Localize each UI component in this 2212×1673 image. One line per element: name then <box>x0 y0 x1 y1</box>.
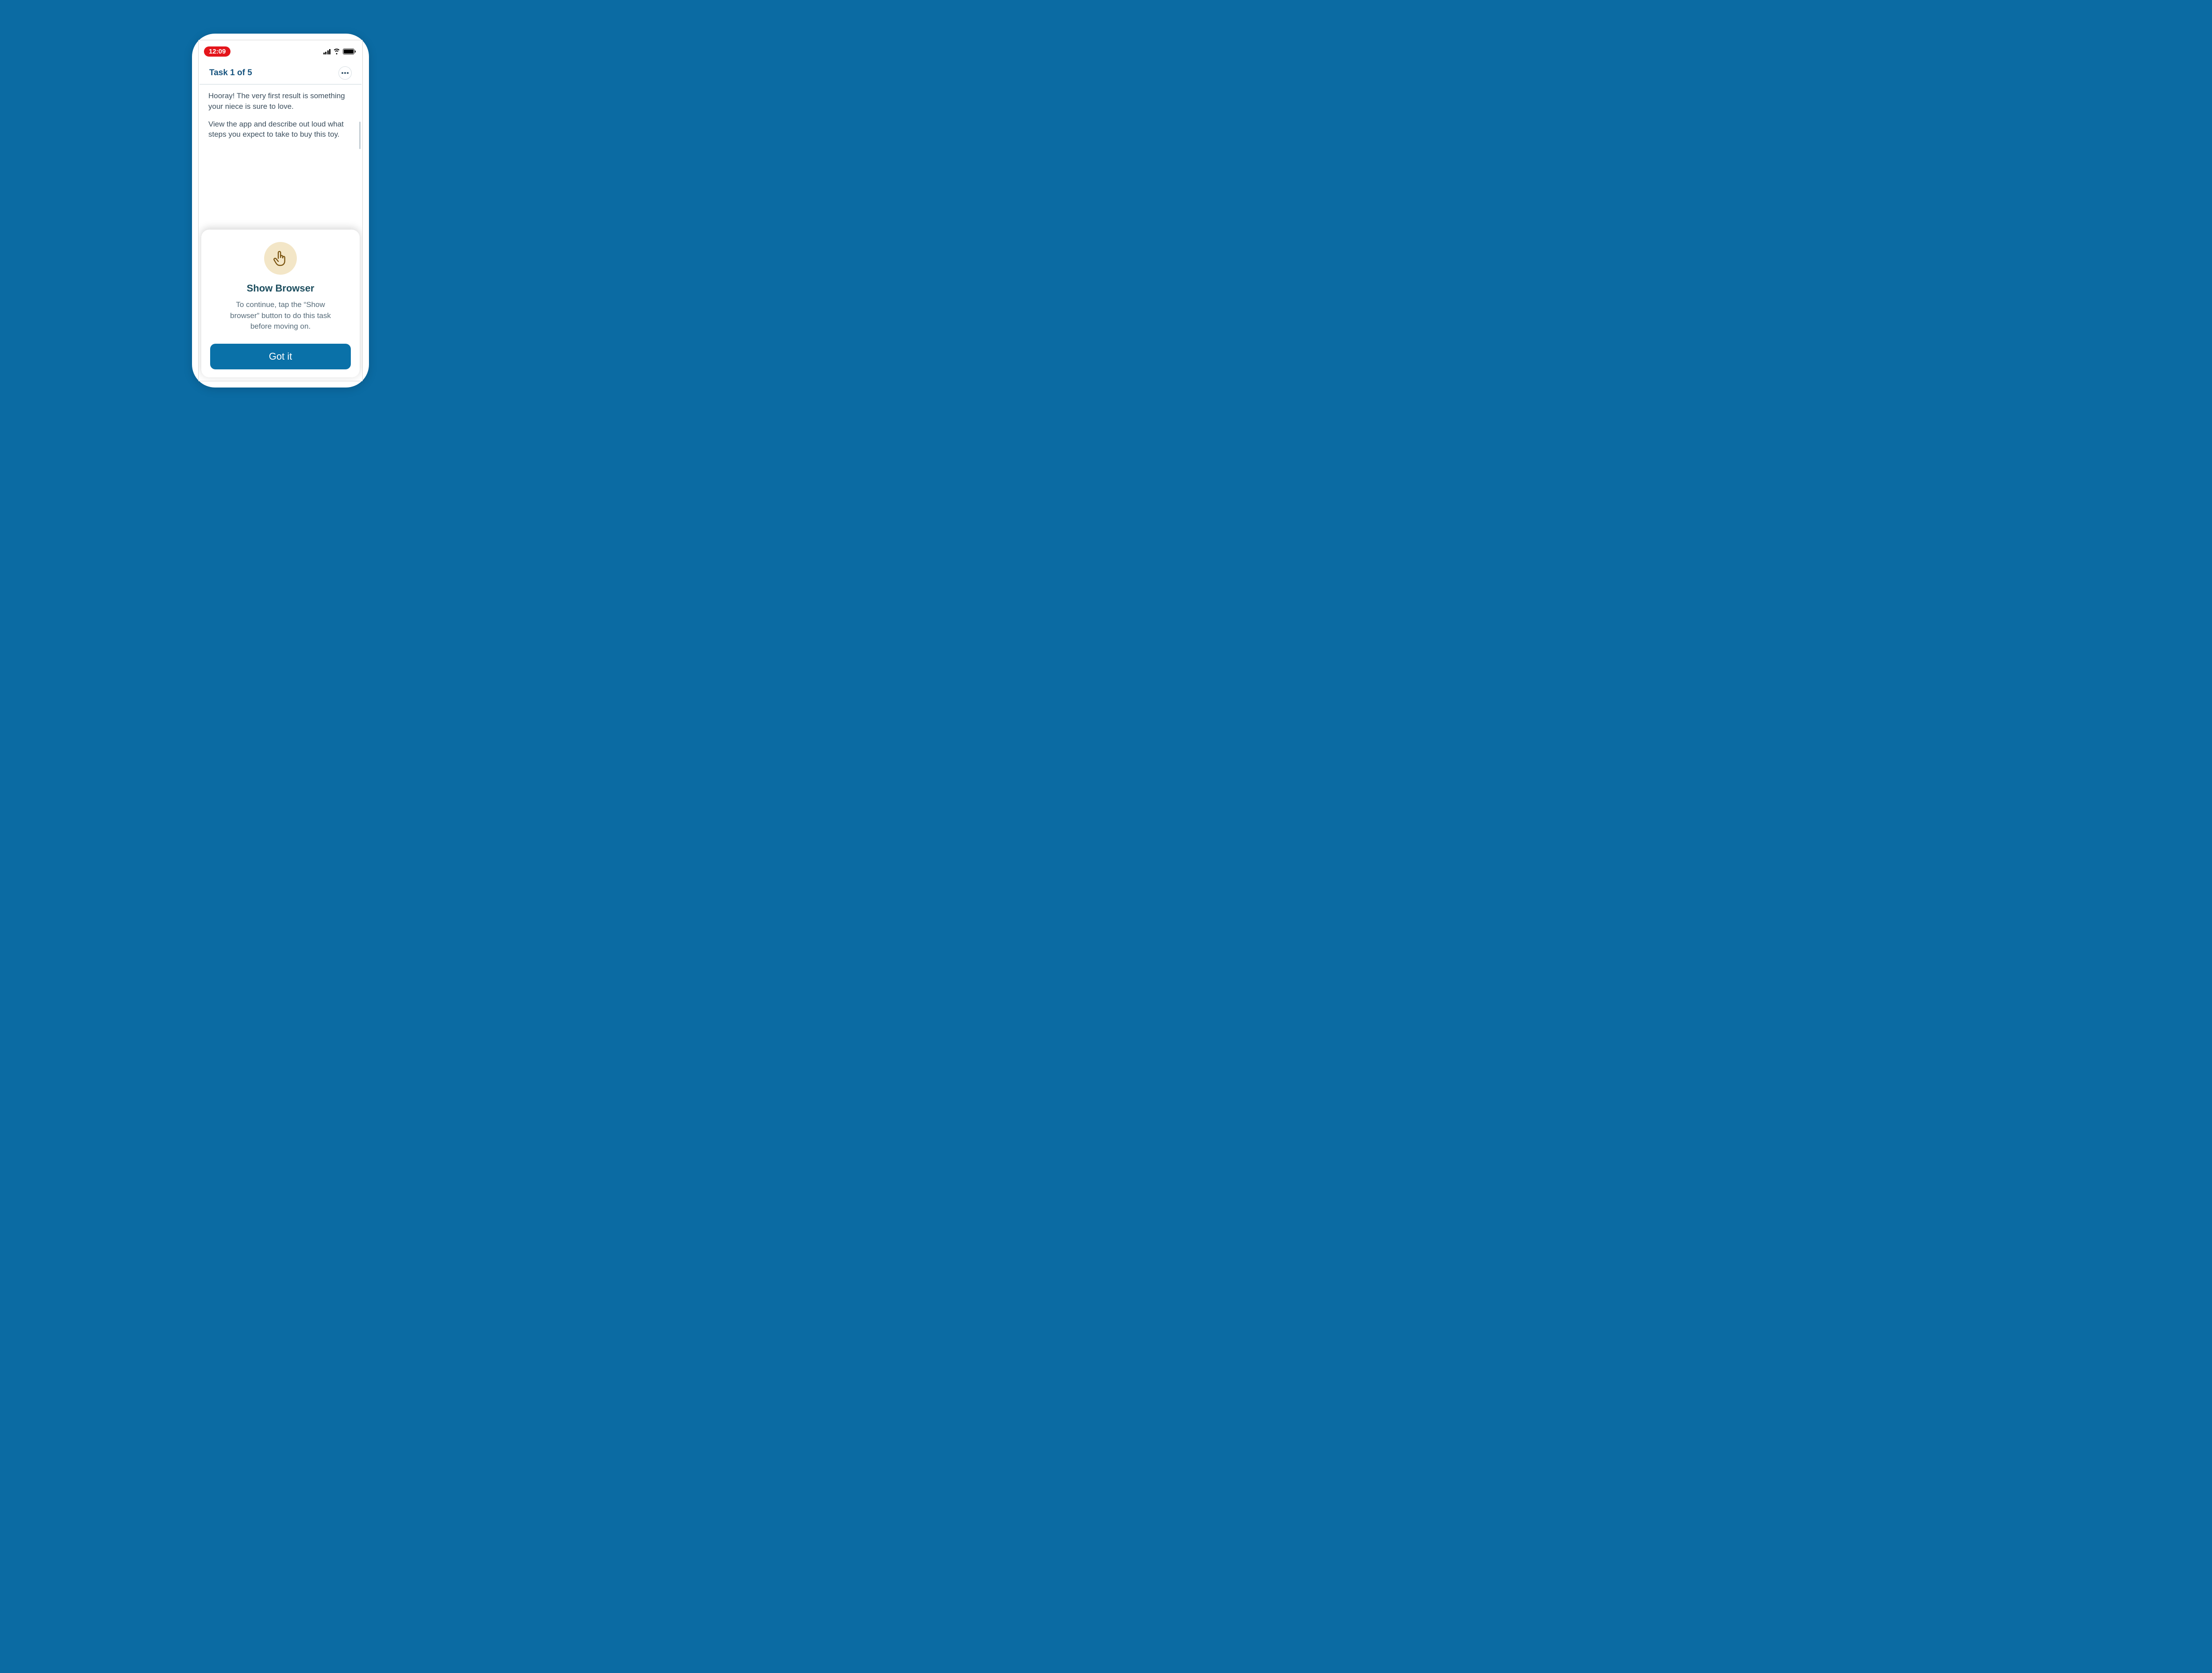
task-instructions-paragraph: View the app and describe out loud what … <box>208 119 353 140</box>
status-time-recording-pill: 12:09 <box>204 46 230 57</box>
show-browser-modal: Show Browser To continue, tap the “Show … <box>201 230 360 377</box>
scroll-indicator[interactable] <box>359 122 361 149</box>
wifi-icon <box>333 49 341 54</box>
cellular-signal-icon <box>323 49 331 54</box>
phone-screen: 12:09 Task 1 of 5 Hoor <box>198 40 363 381</box>
battery-icon <box>343 49 354 54</box>
modal-icon-circle <box>264 242 297 275</box>
status-bar: 12:09 <box>199 40 362 59</box>
task-progress-title: Task 1 of 5 <box>209 68 252 78</box>
pointing-hand-icon <box>273 249 288 267</box>
task-header: Task 1 of 5 <box>200 59 361 84</box>
modal-body-text: To continue, tap the “Show browser” butt… <box>210 299 351 332</box>
modal-title: Show Browser <box>210 283 351 294</box>
phone-frame: 12:09 Task 1 of 5 Hoor <box>192 34 369 388</box>
task-instructions-paragraph: Hooray! The very first result is somethi… <box>208 91 353 112</box>
ellipsis-icon <box>342 72 349 74</box>
status-icons <box>323 49 355 54</box>
task-instructions: Hooray! The very first result is somethi… <box>199 84 362 140</box>
got-it-button[interactable]: Got it <box>210 344 351 369</box>
more-options-button[interactable] <box>338 66 352 80</box>
